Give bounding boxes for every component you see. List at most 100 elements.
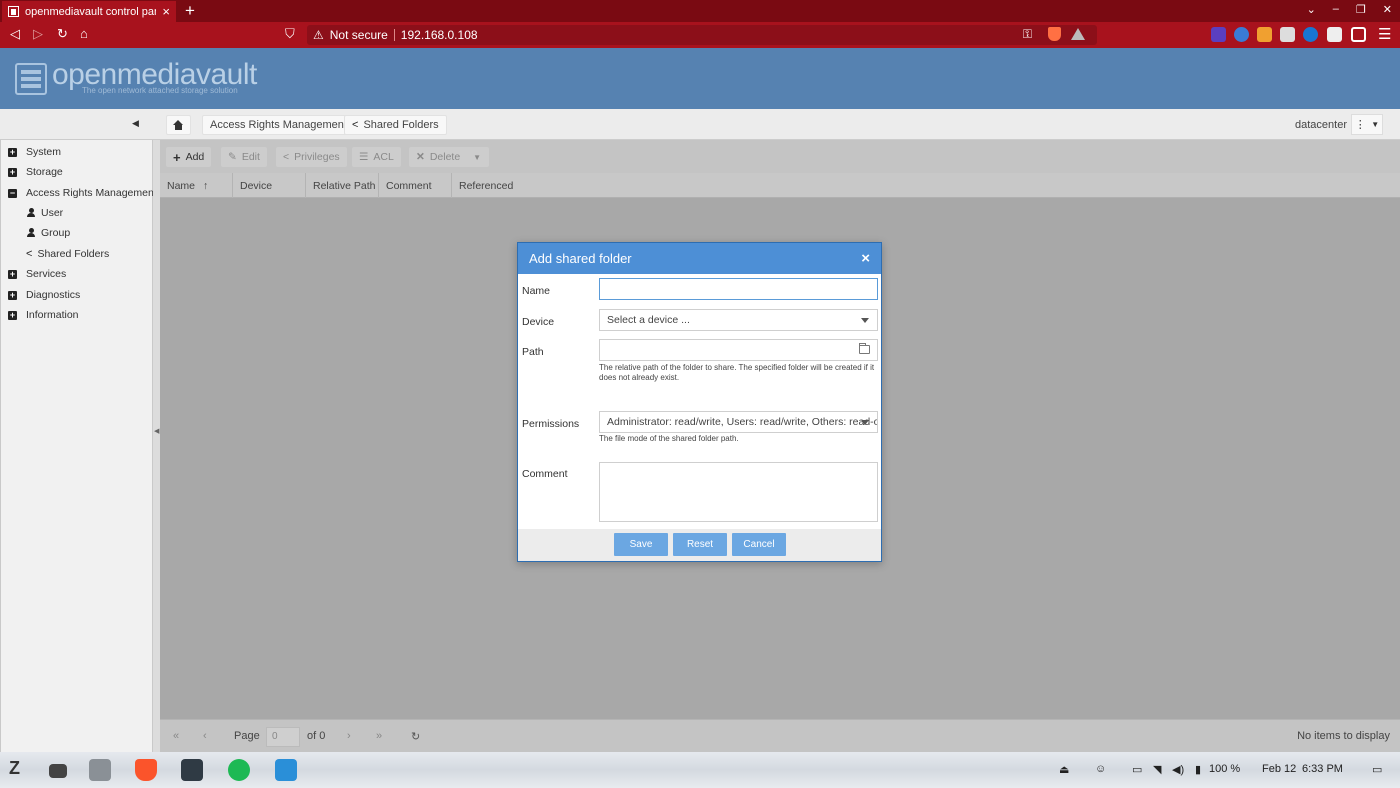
- brave-shield-icon[interactable]: [1048, 27, 1061, 41]
- sidebar-item-group[interactable]: Group: [26, 227, 70, 239]
- column-comment[interactable]: Comment: [379, 173, 452, 198]
- vscode-icon[interactable]: [275, 759, 297, 781]
- time-label[interactable]: 6:33 PM: [1302, 763, 1343, 775]
- sidebar-item-information[interactable]: + Information: [8, 309, 79, 321]
- close-icon[interactable]: ×: [861, 250, 870, 267]
- restore-button[interactable]: ❐: [1356, 3, 1366, 16]
- edit-button[interactable]: ✎ Edit: [221, 147, 267, 167]
- battery-percent: 100 %: [1209, 763, 1241, 775]
- puzzle-icon[interactable]: [1327, 27, 1342, 42]
- notifications-icon[interactable]: ▭: [1372, 763, 1382, 776]
- first-page-icon[interactable]: «: [173, 730, 179, 742]
- reset-button[interactable]: Reset: [673, 533, 727, 556]
- security-label: Not secure: [329, 28, 388, 42]
- refresh-icon[interactable]: ↻: [411, 730, 420, 743]
- sidebar-item-access-rights[interactable]: − Access Rights Management: [8, 187, 157, 199]
- collapse-icon[interactable]: −: [8, 188, 17, 198]
- permissions-select[interactable]: Administrator: read/write, Users: read/w…: [599, 411, 878, 433]
- display-icon[interactable]: ▭: [1132, 763, 1142, 776]
- eject-icon[interactable]: ⏏: [1059, 763, 1069, 776]
- more-menu-button[interactable]: ⋮ ▼: [1351, 114, 1383, 135]
- reload-button[interactable]: ↻: [57, 26, 68, 42]
- column-name[interactable]: Name ↑: [160, 173, 233, 198]
- extension-icon[interactable]: [1303, 27, 1318, 42]
- home-crumb[interactable]: [166, 115, 191, 135]
- address-bar[interactable]: ⚠ Not secure 192.168.0.108 ⚿: [307, 25, 1097, 45]
- column-relative-path[interactable]: Relative Path: [306, 173, 379, 198]
- new-tab-button[interactable]: +: [185, 1, 195, 21]
- spotify-icon[interactable]: [228, 759, 250, 781]
- extension-icon[interactable]: [1234, 27, 1249, 42]
- omv-header: openmediavault The open network attached…: [0, 48, 1400, 109]
- bookmark-icon[interactable]: ⛉: [285, 26, 295, 42]
- browser-tab[interactable]: openmediavault control pane ×: [2, 1, 176, 22]
- sidebar-item-storage[interactable]: + Storage: [8, 166, 63, 178]
- sidebar-item-label: System: [26, 146, 62, 158]
- volume-icon[interactable]: ◀): [1172, 763, 1184, 776]
- warning-icon: ⚠: [313, 28, 324, 42]
- tab-list-icon[interactable]: ⌄: [1307, 3, 1316, 16]
- save-button[interactable]: Save: [614, 533, 668, 556]
- path-input[interactable]: [599, 339, 878, 361]
- breadcrumb-shared-folders[interactable]: < Shared Folders: [344, 115, 447, 135]
- sidebar-item-diagnostics[interactable]: + Diagnostics: [8, 289, 80, 301]
- brave-icon[interactable]: [135, 759, 157, 781]
- workspace-icon[interactable]: [49, 764, 67, 778]
- add-button[interactable]: + Add: [166, 147, 212, 167]
- date-label[interactable]: Feb 12: [1262, 763, 1296, 775]
- close-tab-icon[interactable]: ×: [162, 4, 170, 19]
- files-icon[interactable]: [89, 759, 111, 781]
- battery-icon[interactable]: ▮: [1195, 763, 1201, 776]
- expand-icon[interactable]: +: [8, 310, 17, 320]
- zorin-menu-icon[interactable]: Z: [9, 758, 31, 780]
- close-window-button[interactable]: ✕: [1383, 3, 1392, 16]
- cancel-button[interactable]: Cancel: [732, 533, 786, 556]
- extension-icon[interactable]: [1257, 27, 1272, 42]
- sidebar-item-shared-folders[interactable]: < Shared Folders: [26, 248, 109, 260]
- accessibility-icon[interactable]: ☺: [1095, 763, 1106, 775]
- menu-icon[interactable]: ☰: [1378, 25, 1393, 43]
- collapse-sidebar-icon[interactable]: ◀: [132, 118, 139, 129]
- acl-button[interactable]: ☰ ACL: [352, 147, 401, 167]
- sidebar-item-system[interactable]: + System: [8, 146, 61, 158]
- prev-page-icon[interactable]: ‹: [203, 730, 207, 742]
- chevron-down-icon: [861, 420, 869, 425]
- expand-icon[interactable]: +: [8, 167, 17, 177]
- extension-icon[interactable]: [1280, 27, 1295, 42]
- plus-icon: +: [173, 149, 181, 165]
- brave-rewards-icon[interactable]: [1071, 28, 1085, 40]
- terminal-icon[interactable]: [181, 759, 203, 781]
- page-input[interactable]: 0: [266, 727, 300, 747]
- sidebar-splitter[interactable]: ◀: [153, 140, 160, 752]
- pencil-icon: ✎: [228, 151, 237, 163]
- column-referenced[interactable]: Referenced: [452, 173, 1400, 198]
- forward-button[interactable]: ▷: [33, 26, 43, 42]
- home-button[interactable]: ⌂: [80, 26, 88, 41]
- expand-icon[interactable]: +: [8, 269, 17, 279]
- name-label: Name: [522, 285, 551, 297]
- column-device[interactable]: Device: [233, 173, 306, 198]
- chevron-down-icon[interactable]: ▼: [473, 153, 481, 162]
- back-button[interactable]: ◁: [10, 26, 20, 42]
- breadcrumb-access-rights[interactable]: Access Rights Management: [202, 115, 355, 135]
- key-icon[interactable]: ⚿: [1023, 27, 1032, 42]
- minimize-button[interactable]: –: [1333, 3, 1339, 16]
- sidebar-item-services[interactable]: + Services: [8, 268, 66, 280]
- wallet-icon[interactable]: [1351, 27, 1366, 42]
- expand-icon[interactable]: +: [8, 290, 17, 300]
- delete-button[interactable]: ✕ Delete ▼: [409, 147, 489, 167]
- privileges-button[interactable]: < Privileges: [276, 147, 347, 167]
- home-icon: [173, 120, 184, 130]
- folder-icon[interactable]: [859, 343, 870, 354]
- extension-icon[interactable]: [1211, 27, 1226, 42]
- expand-icon[interactable]: +: [8, 147, 17, 157]
- name-input[interactable]: [599, 278, 878, 300]
- next-page-icon[interactable]: ›: [347, 730, 351, 742]
- wifi-icon[interactable]: ◥: [1153, 763, 1161, 776]
- device-select[interactable]: Select a device ...: [599, 309, 878, 331]
- button-label: Privileges: [294, 151, 340, 163]
- dialog-footer: Save Reset Cancel: [518, 529, 881, 561]
- last-page-icon[interactable]: »: [376, 730, 382, 742]
- comment-textarea[interactable]: [599, 462, 878, 522]
- sidebar-item-user[interactable]: User: [26, 207, 63, 219]
